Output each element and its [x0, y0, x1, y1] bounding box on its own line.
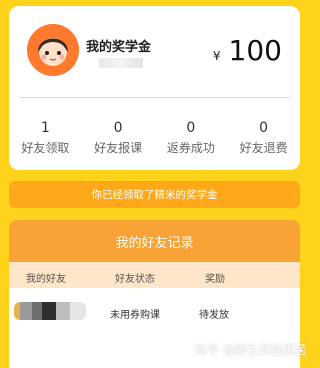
- scholarship-summary-card: 我的奖学金 ¥ 100 1 好友领取 0 好友报课 0 返券成功 0 好友退费: [9, 6, 300, 170]
- records-title: 我的好友记录: [9, 220, 300, 262]
- scholarship-title: 我的奖学金: [86, 40, 152, 55]
- user-name-masked: [99, 58, 143, 68]
- stat-friends-enrolled[interactable]: 0 好友报课: [82, 119, 155, 156]
- stat-value: 1: [40, 120, 50, 136]
- friend-reward: 待发放: [199, 310, 229, 321]
- friend-status: 未用券购课: [110, 310, 160, 321]
- avatar: [27, 24, 79, 76]
- stat-friends-claimed[interactable]: 1 好友领取: [9, 119, 82, 156]
- stat-label: 好友报课: [94, 141, 143, 155]
- column-reward: 奖励: [205, 274, 225, 285]
- amount-value: 100: [228, 34, 282, 67]
- stat-label: 好友领取: [21, 141, 70, 155]
- stats-row: 1 好友领取 0 好友报课 0 返券成功 0 好友退费: [9, 119, 300, 156]
- currency-symbol: ¥: [212, 49, 221, 63]
- stat-label: 好友退费: [239, 141, 288, 155]
- column-friend: 我的好友: [26, 274, 66, 285]
- divider: [19, 97, 290, 98]
- friend-avatar-masked: [14, 302, 94, 320]
- scholarship-amount: ¥ 100: [213, 34, 282, 67]
- stat-friends-refunded[interactable]: 0 好友退费: [227, 119, 300, 156]
- stat-label: 返券成功: [166, 141, 215, 155]
- column-status: 好友状态: [115, 274, 155, 285]
- claim-notice-banner: 你已经领取了精米的奖学金: [9, 181, 300, 208]
- watermark-text: 知乎 @野生的独孤菌: [195, 343, 307, 357]
- records-column-header: 我的好友 好友状态 奖励: [9, 262, 300, 288]
- stat-value: 0: [259, 120, 269, 136]
- stat-value: 0: [113, 120, 123, 136]
- stat-coupon-returned[interactable]: 0 返券成功: [155, 119, 228, 156]
- stat-value: 0: [186, 120, 196, 136]
